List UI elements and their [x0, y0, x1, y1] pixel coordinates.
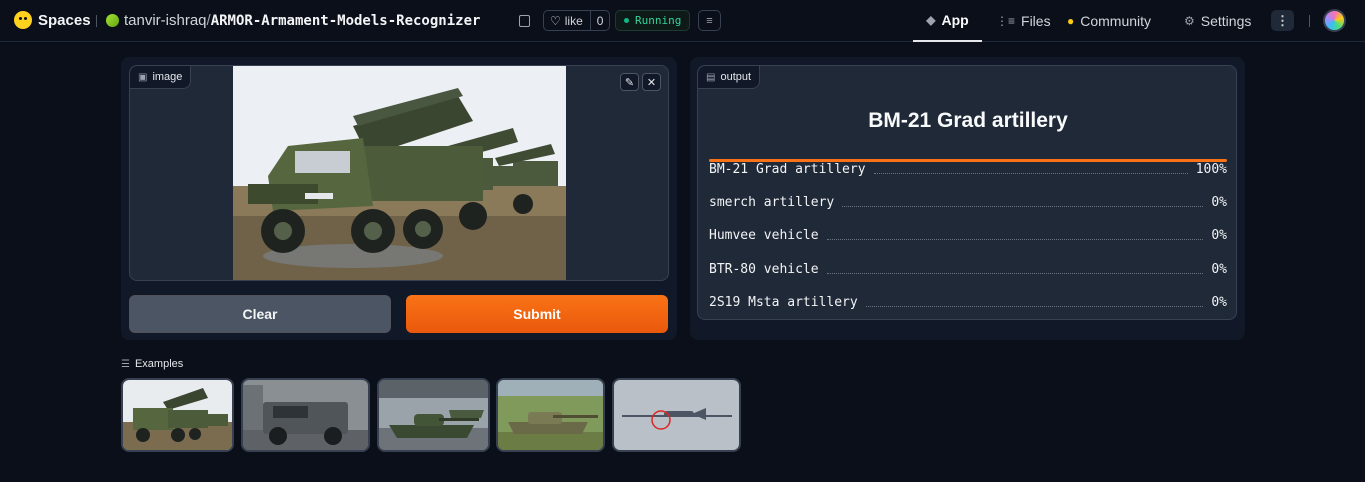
example-thumbnail[interactable] [612, 378, 741, 452]
example-thumbnail[interactable] [377, 378, 490, 452]
tab-app[interactable]: ◆ App [913, 0, 982, 42]
like-button[interactable]: ♡ like 0 [543, 10, 611, 31]
leader-dots [873, 172, 1188, 174]
confidence-value: 0% [1211, 294, 1227, 310]
divider [1309, 15, 1310, 27]
image-tag-label: image [152, 71, 183, 83]
repo-name-link[interactable]: ARMOR-Armament-Models-Recognizer [211, 13, 481, 29]
example-image-rocket-launchers [123, 380, 232, 450]
input-panel: ▣ image ✎ ✕ Clear Submit [121, 57, 677, 340]
example-image-drone [614, 380, 739, 450]
spaces-home-link[interactable]: Spaces [14, 11, 91, 29]
community-icon: ● [1067, 14, 1075, 28]
confidence-label: smerch artillery [709, 194, 835, 210]
tab-files-label: Files [1021, 13, 1051, 29]
confidence-row[interactable]: smerch artillery 0% [709, 193, 1227, 211]
like-count: 0 [596, 13, 604, 28]
tab-community[interactable]: ● Community [1067, 0, 1151, 42]
leader-dots [826, 272, 1204, 274]
logs-button[interactable]: ≡ [698, 10, 721, 31]
example-thumbnail[interactable] [241, 378, 370, 452]
output-tag-label: output [720, 71, 752, 83]
status-text: Running [635, 14, 682, 27]
confidence-label: Humvee vehicle [709, 227, 819, 243]
copy-icon[interactable] [519, 15, 530, 27]
example-image-tank-parade [379, 380, 488, 450]
label-output: ▤ output BM-21 Grad artillery BM-21 Grad… [697, 65, 1237, 320]
examples-label: Examples [134, 358, 184, 370]
repo-breadcrumb: tanvir-ishraq/ARMOR-Armament-Models-Reco… [124, 12, 480, 29]
files-icon: ⋮≡ [996, 14, 1016, 28]
like-label: like [564, 13, 583, 28]
image-input[interactable]: ▣ image ✎ ✕ [129, 65, 669, 281]
edit-button[interactable]: ✎ [620, 73, 639, 91]
predicted-label: BM-21 Grad artillery [868, 109, 1068, 132]
clear-image-button[interactable]: ✕ [642, 73, 661, 91]
confidence-row[interactable]: 2S19 Msta artillery 0% [709, 293, 1227, 311]
examples-header: ☰ Examples [121, 358, 183, 370]
brand-text: Spaces [38, 11, 91, 29]
example-thumbnail[interactable] [121, 378, 234, 452]
image-tag: ▣ image [130, 66, 192, 89]
hugging-face-logo-icon [14, 11, 32, 29]
logs-icon: ≡ [706, 14, 713, 27]
image-icon: ▣ [138, 71, 148, 83]
kebab-icon: ⋮ [1276, 12, 1289, 28]
leader-dots [842, 205, 1204, 207]
example-thumbnail[interactable] [496, 378, 605, 452]
example-image-tank-field [498, 380, 603, 450]
cube-icon: ◆ [926, 13, 936, 27]
confidence-value: 0% [1211, 194, 1227, 210]
list-icon: ☰ [121, 358, 130, 370]
example-image-humvee [243, 380, 368, 450]
confidence-label: 2S19 Msta artillery [709, 294, 858, 310]
owner-avatar[interactable] [106, 14, 119, 27]
status-badge[interactable]: Running [615, 10, 691, 31]
status-dot-icon [624, 18, 629, 23]
pencil-icon: ✎ [624, 76, 635, 89]
user-avatar[interactable] [1323, 9, 1346, 32]
uploaded-image [233, 66, 566, 280]
tab-app-label: App [941, 12, 969, 28]
tab-community-label: Community [1080, 13, 1152, 29]
close-icon: ✕ [646, 76, 657, 89]
confidence-label: BM-21 Grad artillery [709, 161, 866, 177]
clear-button[interactable]: Clear [129, 295, 391, 333]
top-bar: Spaces tanvir-ishraq/ARMOR-Armament-Mode… [0, 0, 1365, 42]
confidence-row[interactable]: BTR-80 vehicle 0% [709, 260, 1227, 278]
leader-dots [865, 305, 1204, 307]
tab-settings[interactable]: ⚙ Settings [1184, 0, 1251, 42]
owner-link[interactable]: tanvir-ishraq [124, 12, 207, 29]
heart-icon: ♡ [550, 13, 561, 28]
label-icon: ▤ [706, 71, 716, 83]
confidence-value: 100% [1195, 161, 1227, 177]
confidence-value: 0% [1211, 227, 1227, 243]
confidence-value: 0% [1211, 261, 1227, 277]
gear-icon: ⚙ [1184, 14, 1195, 28]
tab-settings-label: Settings [1200, 13, 1252, 29]
confidence-row[interactable]: Humvee vehicle 0% [709, 226, 1227, 244]
leader-dots [826, 238, 1204, 240]
confidence-row[interactable]: BM-21 Grad artillery 100% [709, 160, 1227, 178]
tab-files[interactable]: ⋮≡ Files [996, 0, 1051, 42]
confidence-label: BTR-80 vehicle [709, 261, 819, 277]
divider [96, 15, 97, 27]
output-tag: ▤ output [698, 66, 761, 89]
output-panel: ▤ output BM-21 Grad artillery BM-21 Grad… [690, 57, 1245, 340]
more-options-button[interactable]: ⋮ [1271, 10, 1294, 31]
submit-button[interactable]: Submit [406, 295, 668, 333]
